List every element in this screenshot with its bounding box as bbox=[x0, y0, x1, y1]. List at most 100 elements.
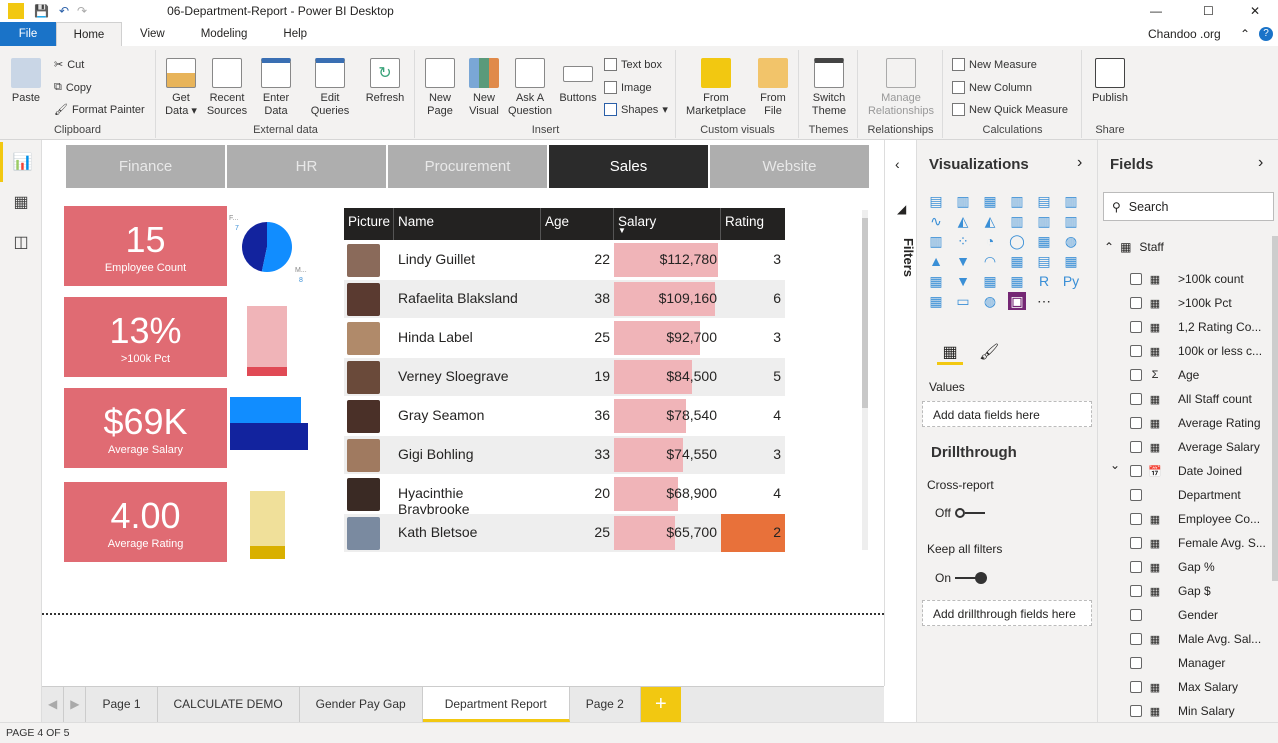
search-input[interactable]: Search bbox=[1129, 200, 1169, 214]
field-checkbox[interactable] bbox=[1130, 345, 1142, 357]
format-tab-icon[interactable]: 🖌 bbox=[979, 342, 999, 362]
field-item[interactable]: ▦ Gap % bbox=[1130, 558, 1215, 576]
image-button[interactable]: Image bbox=[604, 81, 652, 94]
r-script-visual-icon[interactable]: R bbox=[1035, 272, 1053, 290]
new-visual-button[interactable]: New Visual bbox=[464, 58, 504, 118]
table-row[interactable]: Gray Seamon 36 $78,540 4 bbox=[344, 397, 785, 436]
field-item[interactable]: ▦ Female Avg. S... bbox=[1130, 534, 1266, 552]
field-checkbox[interactable] bbox=[1130, 273, 1142, 285]
line-visual-icon[interactable]: ∿ bbox=[927, 212, 945, 230]
table-row[interactable]: Rafaelita Blaksland 38 $109,160 6 bbox=[344, 280, 785, 319]
clustered-column-visual-icon[interactable]: ▥ bbox=[1008, 192, 1026, 210]
slicer-visual-icon[interactable]: ▦ bbox=[927, 272, 945, 290]
values-drop-zone[interactable]: Add data fields here bbox=[922, 401, 1092, 427]
col-age[interactable]: Age bbox=[541, 208, 614, 240]
tab-help[interactable]: Help bbox=[265, 22, 325, 46]
arcgis-visual-icon[interactable]: ◍ bbox=[981, 292, 999, 310]
col-picture[interactable]: Picture bbox=[344, 208, 394, 240]
new-column-button[interactable]: New Column bbox=[952, 81, 1032, 94]
more-visual-icon[interactable]: ⋯ bbox=[1035, 292, 1053, 310]
tab-home[interactable]: Home bbox=[56, 22, 122, 46]
shapes-button[interactable]: Shapes ▾ bbox=[604, 103, 668, 116]
from-marketplace-button[interactable]: From Marketplace bbox=[683, 58, 749, 118]
new-measure-button[interactable]: New Measure bbox=[952, 58, 1037, 71]
field-checkbox[interactable] bbox=[1130, 417, 1142, 429]
funnel-visual-icon[interactable]: ▼ bbox=[954, 252, 972, 270]
treemap-visual-icon[interactable]: ▦ bbox=[1035, 232, 1053, 250]
field-item[interactable]: ▦ Max Salary bbox=[1130, 678, 1238, 696]
field-item[interactable]: ▦ Average Salary bbox=[1130, 438, 1260, 456]
stacked-bar-visual-icon[interactable]: ▤ bbox=[927, 192, 945, 210]
ask-question-button[interactable]: Ask A Question bbox=[508, 58, 552, 118]
page-tab[interactable]: Gender Pay Gap bbox=[300, 687, 423, 722]
page-button-hr[interactable]: HR bbox=[227, 145, 386, 188]
field-item[interactable]: Department bbox=[1130, 486, 1241, 504]
kpi-employee-count[interactable]: 15 Employee Count bbox=[64, 206, 227, 286]
table-visual-icon[interactable]: ▦ bbox=[981, 272, 999, 290]
field-checkbox[interactable] bbox=[1130, 393, 1142, 405]
table-row[interactable]: Hinda Label 25 $92,700 3 bbox=[344, 319, 785, 358]
field-item[interactable]: ▦ Male Avg. Sal... bbox=[1130, 630, 1261, 648]
switch-theme-button[interactable]: Switch Theme bbox=[806, 58, 852, 118]
table-staff[interactable]: ⌃ ▦ Staff bbox=[1104, 240, 1164, 254]
kpi-average-salary[interactable]: $69K Average Salary bbox=[64, 388, 227, 468]
matrix-visual-icon[interactable]: ▦ bbox=[1008, 272, 1026, 290]
field-item[interactable]: Manager bbox=[1130, 654, 1225, 672]
field-checkbox[interactable] bbox=[1130, 537, 1142, 549]
add-page-button[interactable]: + bbox=[640, 687, 681, 722]
help-icon[interactable]: ? bbox=[1259, 27, 1273, 41]
tab-view[interactable]: View bbox=[122, 22, 183, 46]
field-item[interactable]: ▦ 100k or less c... bbox=[1130, 342, 1262, 360]
redo-icon[interactable]: ↷ bbox=[77, 4, 87, 18]
page-tab[interactable]: Page 2 bbox=[570, 687, 641, 722]
expand-chevron-icon[interactable]: ⌄ bbox=[1110, 458, 1120, 472]
kpi-average-rating[interactable]: 4.00 Average Rating bbox=[64, 482, 227, 562]
field-checkbox[interactable] bbox=[1130, 297, 1142, 309]
field-checkbox[interactable] bbox=[1130, 465, 1142, 477]
data-view-icon[interactable]: ▦ bbox=[0, 182, 42, 222]
map-visual-icon[interactable]: ◍ bbox=[1062, 232, 1080, 250]
expand-arrow-icon[interactable]: › bbox=[1258, 154, 1263, 172]
field-checkbox[interactable] bbox=[1130, 681, 1142, 693]
field-checkbox[interactable] bbox=[1130, 441, 1142, 453]
field-checkbox[interactable] bbox=[1130, 633, 1142, 645]
power-apps-visual-icon[interactable]: ▣ bbox=[1008, 292, 1026, 310]
multi-row-card-visual-icon[interactable]: ▤ bbox=[1035, 252, 1053, 270]
undo-icon[interactable]: ↶ bbox=[59, 4, 69, 18]
model-view-icon[interactable]: ◫ bbox=[0, 222, 42, 262]
col-name[interactable]: Name bbox=[394, 208, 541, 240]
copy-button[interactable]: ⧉ Copy bbox=[54, 81, 92, 94]
manage-relationships-button[interactable]: Manage Relationships bbox=[863, 58, 939, 118]
tab-file[interactable]: File bbox=[0, 22, 56, 46]
field-item[interactable]: ▦ 1,2 Rating Co... bbox=[1130, 318, 1261, 336]
gender-pie-chart[interactable]: F... 7 M... 8 bbox=[227, 212, 317, 282]
field-item[interactable]: ▦ Employee Co... bbox=[1130, 510, 1260, 528]
refresh-button[interactable]: ↻ Refresh bbox=[363, 58, 407, 105]
next-page-arrow[interactable]: ▶ bbox=[64, 687, 87, 722]
field-item[interactable]: 📅 Date Joined ⌄ bbox=[1110, 458, 1242, 480]
line-clustered-visual-icon[interactable]: ▥ bbox=[1035, 212, 1053, 230]
field-checkbox[interactable] bbox=[1130, 489, 1142, 501]
field-checkbox[interactable] bbox=[1130, 609, 1142, 621]
save-icon[interactable]: 💾 bbox=[34, 4, 49, 18]
tab-modeling[interactable]: Modeling bbox=[183, 22, 266, 46]
page-button-finance[interactable]: Finance bbox=[66, 145, 225, 188]
cut-button[interactable]: ✂ Cut bbox=[54, 58, 84, 72]
col-rating[interactable]: Rating bbox=[721, 208, 785, 240]
search-box[interactable]: ⚲ Search bbox=[1103, 192, 1274, 221]
close-button[interactable]: ✕ bbox=[1250, 4, 1260, 18]
from-file-button[interactable]: From File bbox=[755, 58, 791, 118]
get-data-button[interactable]: Get Data ▾ bbox=[161, 58, 201, 118]
field-item[interactable]: ▦ Min Salary bbox=[1130, 702, 1235, 720]
collapse-arrow-icon[interactable]: ‹ bbox=[895, 156, 900, 172]
edit-queries-button[interactable]: Edit Queries bbox=[307, 58, 353, 118]
page-button-sales[interactable]: Sales bbox=[549, 145, 708, 188]
donut-visual-icon[interactable]: ◯ bbox=[1008, 232, 1026, 250]
collapse-ribbon-icon[interactable]: ⌃ bbox=[1240, 27, 1250, 41]
table-row[interactable]: Verney Sloegrave 19 $84,500 5 bbox=[344, 358, 785, 397]
ribbon-visual-icon[interactable]: ▥ bbox=[1062, 212, 1080, 230]
table-row[interactable]: Hyacinthie Braybrooke 20 $68,900 4 bbox=[344, 475, 785, 517]
python-visual-icon[interactable]: Py bbox=[1062, 272, 1080, 290]
field-item[interactable]: Σ Age bbox=[1130, 366, 1199, 384]
stacked-area-visual-icon[interactable]: ◭ bbox=[981, 212, 999, 230]
